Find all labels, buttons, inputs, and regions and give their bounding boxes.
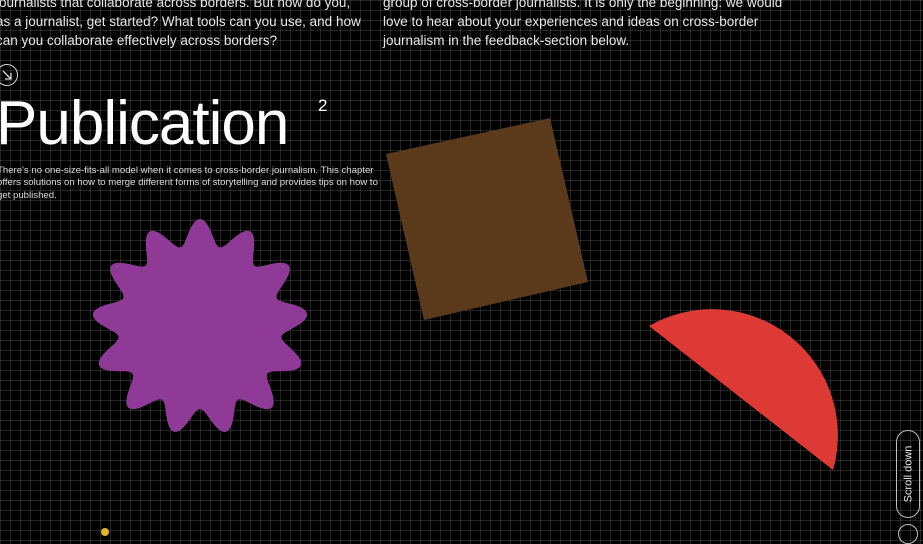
circle-button-partial[interactable] xyxy=(898,524,918,544)
intro-right-text: group of cross-border journalists. It is… xyxy=(383,0,783,48)
chapter-description: There's no one-size-fits-all model when … xyxy=(0,165,378,201)
purple-star-shape xyxy=(92,219,308,432)
scroll-down-button[interactable]: Scroll down xyxy=(896,430,920,518)
yellow-dot-partial xyxy=(101,528,109,536)
brown-square-shape xyxy=(386,118,588,320)
chapter-title: Publication xyxy=(0,89,289,158)
intro-left-text: journalists that collaborate across bord… xyxy=(0,0,361,48)
red-semicircle-shape xyxy=(649,309,838,470)
scroll-down-label: Scroll down xyxy=(902,445,915,503)
chapter-number: 2 xyxy=(318,96,328,115)
arrow-down-right-icon[interactable] xyxy=(0,64,18,86)
